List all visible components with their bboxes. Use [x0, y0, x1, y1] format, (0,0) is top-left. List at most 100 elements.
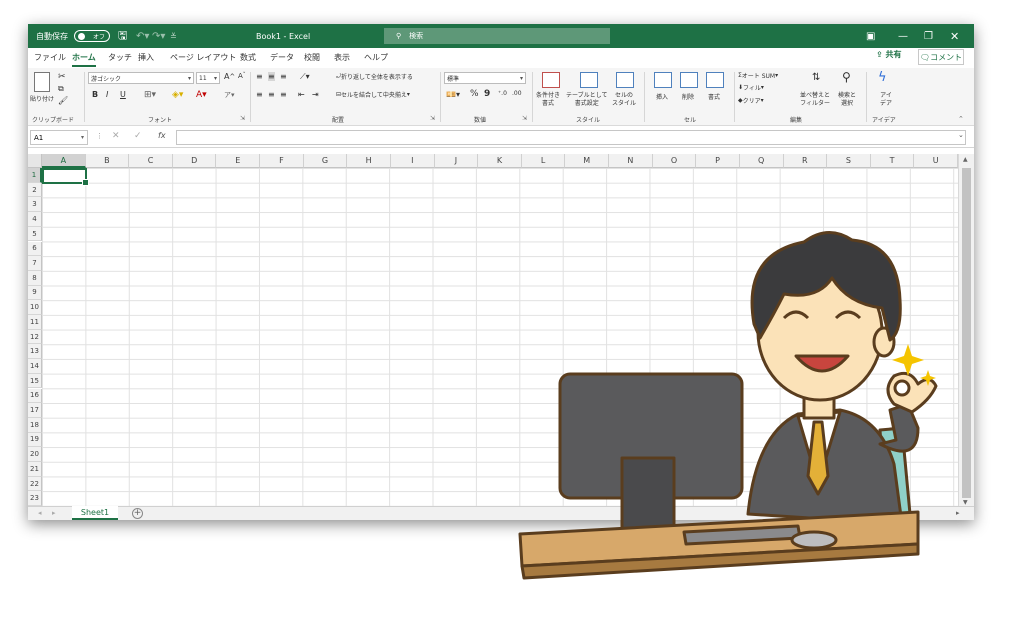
- column-header[interactable]: J: [434, 154, 479, 168]
- column-header[interactable]: D: [172, 154, 217, 168]
- enter-icon[interactable]: ✓: [134, 131, 142, 141]
- tab-file[interactable]: ファイル: [34, 52, 66, 63]
- search-box[interactable]: ⚲ 検索: [384, 28, 610, 44]
- cut-icon[interactable]: ✂: [58, 72, 66, 82]
- row-header[interactable]: 8: [28, 270, 42, 286]
- percent-style-button[interactable]: %: [470, 89, 479, 99]
- align-right-icon[interactable]: ≡: [280, 90, 287, 99]
- row-header[interactable]: 18: [28, 417, 42, 433]
- row-header[interactable]: 5: [28, 226, 42, 242]
- format-as-table-icon[interactable]: [580, 72, 598, 88]
- column-header[interactable]: H: [347, 154, 391, 168]
- accounting-format-icon[interactable]: 💴▾: [446, 90, 460, 99]
- column-header[interactable]: C: [129, 154, 173, 168]
- cell-styles-button[interactable]: セルの スタイル: [612, 92, 636, 108]
- column-header[interactable]: O: [652, 154, 697, 168]
- row-header[interactable]: 12: [28, 329, 42, 345]
- save-icon[interactable]: 🖫: [118, 24, 127, 48]
- align-center-icon[interactable]: ≡: [268, 90, 275, 99]
- tab-touch[interactable]: タッチ: [108, 52, 132, 63]
- tab-review[interactable]: 校閲: [304, 52, 320, 63]
- tab-formulas[interactable]: 数式: [240, 52, 256, 63]
- decrease-decimal-icon[interactable]: .00: [512, 90, 522, 97]
- sort-filter-button[interactable]: 並べ替えと フィルター: [800, 92, 830, 108]
- borders-icon[interactable]: ⊞▾: [144, 90, 156, 100]
- column-header[interactable]: T: [870, 154, 915, 168]
- comma-style-button[interactable]: 9: [484, 89, 490, 99]
- ribbon-display-options-icon[interactable]: ▣: [866, 24, 875, 48]
- restore-icon[interactable]: ❐: [924, 24, 933, 48]
- tab-view[interactable]: 表示: [334, 52, 350, 63]
- row-header[interactable]: 11: [28, 315, 42, 330]
- collapse-ribbon-icon[interactable]: ⌃: [958, 115, 964, 123]
- alignment-dialog-launcher-icon[interactable]: ⇲: [430, 115, 435, 122]
- next-sheet-icon[interactable]: ▸: [52, 509, 56, 517]
- row-header[interactable]: 19: [28, 432, 42, 448]
- autosave-toggle[interactable]: オフ: [74, 30, 110, 42]
- row-header[interactable]: 2: [28, 182, 42, 198]
- font-size-combo[interactable]: 11: [196, 72, 220, 84]
- comment-button[interactable]: 🗨 コメント: [918, 49, 964, 65]
- column-header[interactable]: A: [42, 154, 86, 168]
- fill-button[interactable]: ⬇ フィル ▾: [738, 83, 764, 92]
- column-header[interactable]: I: [390, 154, 435, 168]
- column-header[interactable]: K: [478, 154, 522, 168]
- ideas-icon[interactable]: ϟ: [878, 70, 887, 85]
- previous-sheet-icon[interactable]: ◂: [38, 509, 42, 517]
- column-header[interactable]: N: [609, 154, 653, 168]
- font-color-icon[interactable]: A▾: [196, 90, 207, 100]
- merge-center-button[interactable]: ⊟ セルを結合して中央揃え ▾: [336, 90, 410, 99]
- row-header[interactable]: 1: [28, 168, 42, 183]
- row-header[interactable]: 6: [28, 241, 42, 257]
- expand-formula-bar-icon[interactable]: ⌄: [958, 131, 964, 139]
- copy-icon[interactable]: ⧉: [58, 84, 64, 94]
- paste-icon[interactable]: [34, 72, 50, 92]
- row-header[interactable]: 20: [28, 447, 42, 462]
- row-header[interactable]: 21: [28, 462, 42, 477]
- column-header[interactable]: Q: [739, 154, 784, 168]
- row-header[interactable]: 7: [28, 256, 42, 271]
- scroll-up-icon[interactable]: ▲: [963, 156, 968, 163]
- row-header[interactable]: 17: [28, 403, 42, 418]
- column-header[interactable]: S: [827, 154, 871, 168]
- number-format-combo[interactable]: 標準: [444, 72, 526, 84]
- insert-cells-icon[interactable]: [654, 72, 672, 88]
- shrink-font-icon[interactable]: Aˇ: [238, 72, 246, 80]
- align-bottom-icon[interactable]: ≡: [280, 72, 287, 81]
- column-header[interactable]: F: [260, 154, 304, 168]
- paste-label[interactable]: 貼り付け: [30, 94, 54, 103]
- increase-decimal-icon[interactable]: ⁺.0: [498, 90, 507, 97]
- decrease-indent-icon[interactable]: ⇤: [298, 90, 305, 99]
- row-header[interactable]: 14: [28, 359, 42, 374]
- column-header[interactable]: L: [521, 154, 566, 168]
- bold-button[interactable]: B: [92, 90, 98, 99]
- column-header[interactable]: B: [85, 154, 130, 168]
- align-middle-icon[interactable]: ≡: [268, 72, 275, 81]
- italic-button[interactable]: I: [106, 90, 108, 99]
- insert-cells-label[interactable]: 挿入: [656, 92, 668, 101]
- autosum-button[interactable]: Σ オート SUM ▾: [738, 71, 778, 80]
- wrap-text-button[interactable]: ⤾ 折り返して全体を表示する: [336, 72, 413, 82]
- formula-input[interactable]: [176, 130, 966, 145]
- delete-cells-label[interactable]: 削除: [682, 92, 694, 101]
- tab-insert[interactable]: 挿入: [138, 52, 154, 63]
- undo-icon[interactable]: ↶▾: [136, 24, 149, 48]
- scroll-thumb[interactable]: [962, 168, 971, 498]
- share-button[interactable]: ⇪ 共有: [876, 49, 902, 60]
- scroll-down-icon[interactable]: ▼: [963, 499, 968, 506]
- font-dialog-launcher-icon[interactable]: ⇲: [240, 115, 245, 122]
- column-header[interactable]: M: [565, 154, 610, 168]
- row-header[interactable]: 22: [28, 476, 42, 492]
- cell-styles-icon[interactable]: [616, 72, 634, 88]
- column-header[interactable]: E: [216, 154, 261, 168]
- column-header[interactable]: U: [914, 154, 958, 168]
- row-header[interactable]: 13: [28, 344, 42, 360]
- conditional-formatting-button[interactable]: 条件付き 書式: [536, 92, 560, 108]
- new-sheet-icon[interactable]: +: [132, 508, 143, 519]
- tab-home[interactable]: ホーム: [72, 52, 96, 67]
- row-header[interactable]: 4: [28, 212, 42, 227]
- find-select-icon[interactable]: ⚲: [842, 70, 851, 84]
- tab-data[interactable]: データ: [270, 52, 294, 63]
- align-left-icon[interactable]: ≡: [256, 90, 263, 99]
- row-header[interactable]: 9: [28, 285, 42, 301]
